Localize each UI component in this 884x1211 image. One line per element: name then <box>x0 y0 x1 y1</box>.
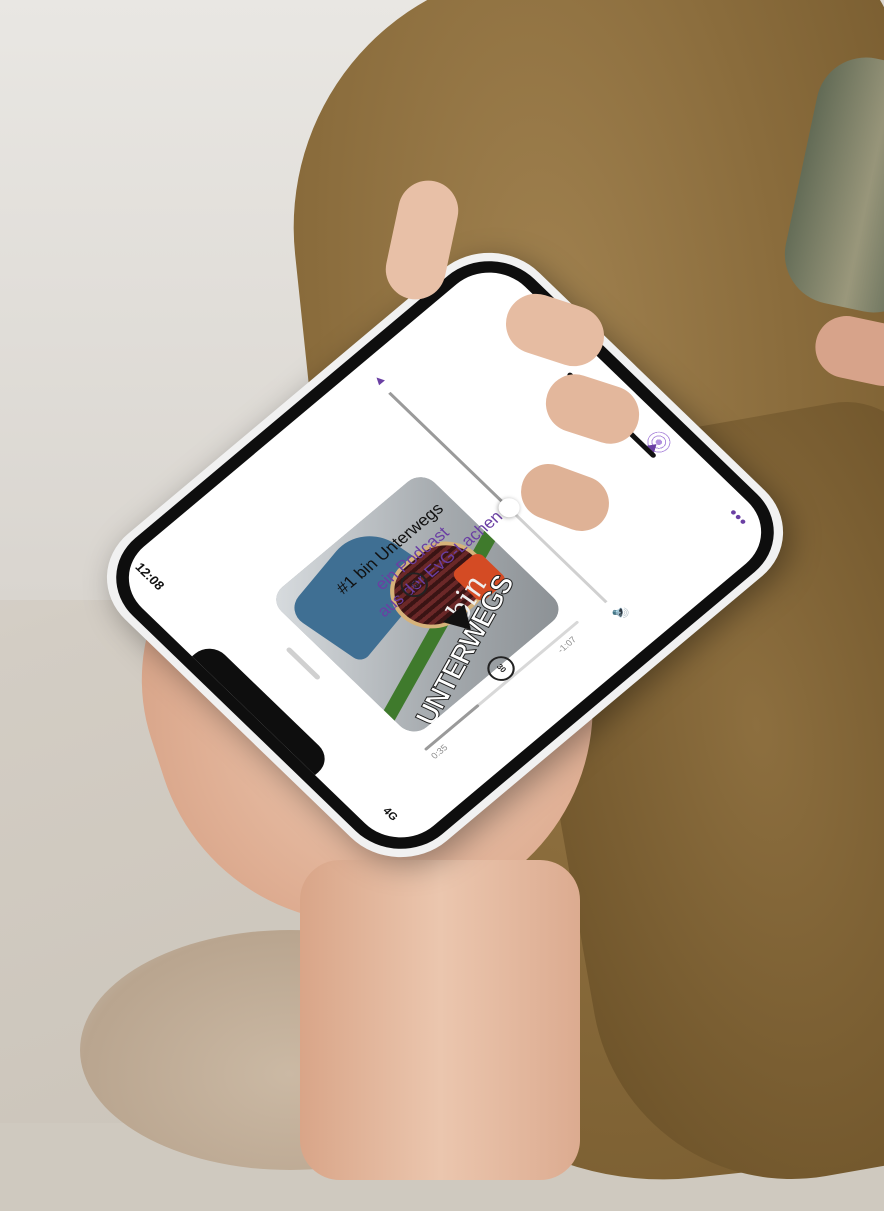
play-icon[interactable] <box>442 604 482 639</box>
volume-low-icon: ◀ <box>372 373 387 387</box>
status-network: 4G <box>380 805 400 824</box>
status-time: 12:08 <box>132 559 168 593</box>
more-icon[interactable]: ••• <box>724 506 751 531</box>
volume-high-icon: 🔊 <box>610 603 632 623</box>
sheet-grabber[interactable] <box>285 646 322 681</box>
holding-wrist <box>300 860 580 1180</box>
skip-forward-30-icon[interactable]: 30 <box>481 651 521 686</box>
skip-back-15-icon[interactable]: 15 <box>394 567 434 603</box>
